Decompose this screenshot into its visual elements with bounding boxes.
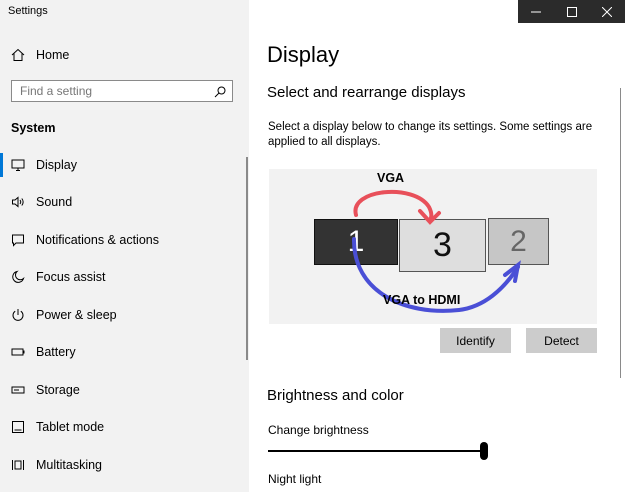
detect-button[interactable]: Detect <box>526 328 597 353</box>
sidebar-item-label: Tablet mode <box>36 420 105 434</box>
page-title: Display <box>267 42 340 67</box>
description-text: Select a display below to change its set… <box>268 121 593 148</box>
battery-icon <box>11 345 25 359</box>
section-title-displays: Select and rearrange displays <box>267 84 466 101</box>
annotation-vga: VGA <box>377 171 405 185</box>
red-arrow <box>353 189 434 222</box>
sidebar-item-power-sleep[interactable]: Power & sleep <box>0 297 249 333</box>
minimize-button[interactable] <box>518 0 554 23</box>
moon-icon <box>11 270 25 284</box>
maximize-icon <box>566 6 577 17</box>
sidebar-item-label: Focus assist <box>36 270 106 284</box>
power-icon <box>11 308 25 322</box>
multitask-icon <box>11 458 25 472</box>
storage-icon <box>11 383 25 397</box>
tablet-icon <box>11 420 25 434</box>
sidebar-item-storage[interactable]: Storage <box>0 372 249 408</box>
sidebar-item-label: Multitasking <box>36 458 102 472</box>
sidebar-item-label: Power & sleep <box>36 308 117 322</box>
sidebar-item-label: Storage <box>36 383 80 397</box>
main-scrollbar[interactable] <box>620 88 621 378</box>
annotation-vga-to-hdmi: VGA to HDMI <box>383 293 461 307</box>
sidebar-item-home[interactable]: Home <box>0 37 249 73</box>
close-icon <box>602 6 613 17</box>
brightness-slider-thumb[interactable] <box>480 442 488 460</box>
maximize-button[interactable] <box>554 0 590 23</box>
blue-arrowhead <box>503 260 521 283</box>
sidebar: Settings Home System Display Sound Notif… <box>0 0 249 492</box>
sidebar-item-battery[interactable]: Battery <box>0 334 249 370</box>
sidebar-item-multitasking[interactable]: Multitasking <box>0 447 249 483</box>
sidebar-item-label: Home <box>36 48 70 62</box>
window-controls <box>518 0 625 23</box>
sidebar-item-label: Notifications & actions <box>36 233 159 247</box>
section-heading: System <box>11 121 56 135</box>
speaker-icon <box>11 195 25 209</box>
minimize-icon <box>530 11 541 12</box>
sidebar-item-notifications[interactable]: Notifications & actions <box>0 222 249 258</box>
identify-button[interactable]: Identify <box>440 328 511 353</box>
monitor-2[interactable]: 2 <box>488 218 549 265</box>
sidebar-scrollbar[interactable] <box>246 157 248 360</box>
display-arrangement-area[interactable]: 1 3 2 VGA VGA to HDMI <box>269 169 597 324</box>
monitor-1[interactable]: 1 <box>314 219 398 265</box>
brightness-label: Change brightness <box>268 423 369 437</box>
window-title: Settings <box>8 5 48 17</box>
sidebar-item-display[interactable]: Display <box>0 147 249 183</box>
home-icon <box>11 48 25 62</box>
search-icon[interactable] <box>214 85 226 98</box>
sidebar-item-label: Battery <box>36 345 76 359</box>
brightness-slider-track[interactable] <box>268 450 486 452</box>
night-light-label: Night light <box>268 472 322 486</box>
sidebar-item-focus-assist[interactable]: Focus assist <box>0 259 249 295</box>
search-box[interactable] <box>11 80 233 102</box>
sidebar-item-sound[interactable]: Sound <box>0 184 249 220</box>
search-input[interactable] <box>12 81 210 101</box>
sidebar-item-label: Display <box>36 158 77 172</box>
close-button[interactable] <box>589 0 625 23</box>
message-icon <box>11 233 25 247</box>
sidebar-item-tablet-mode[interactable]: Tablet mode <box>0 409 249 445</box>
section-title-brightness: Brightness and color <box>267 387 404 404</box>
monitor-icon <box>11 158 25 172</box>
monitor-3[interactable]: 3 <box>399 219 486 272</box>
sidebar-item-label: Sound <box>36 195 73 209</box>
